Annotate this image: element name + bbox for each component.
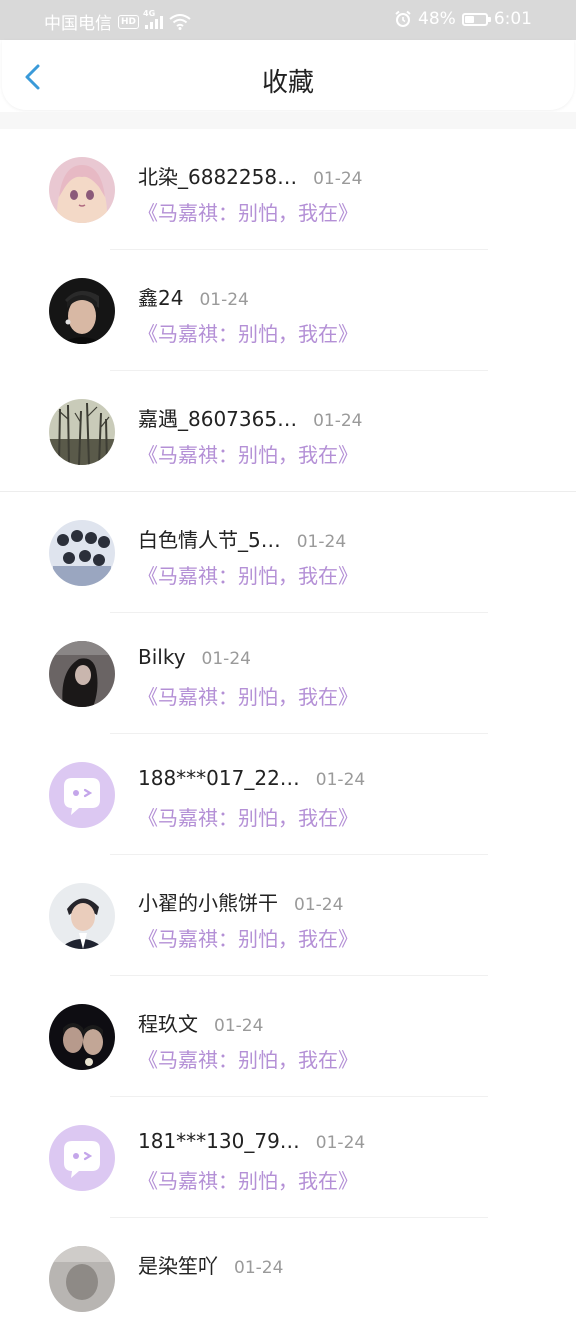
list-item[interactable]: 小翟的小熊饼干 01-24 《马嘉祺：别怕，我在》 — [0, 855, 576, 976]
story-title-link[interactable]: 《马嘉祺：别怕，我在》 — [138, 681, 358, 710]
avatar[interactable] — [49, 641, 115, 707]
nav-header: 收藏 — [2, 40, 574, 110]
signal-icon: 4G — [143, 9, 164, 29]
username: 鑫24 — [138, 286, 184, 310]
username: 188***017_22… — [138, 766, 300, 790]
username: 白色情人节_5… — [138, 528, 281, 552]
list-item[interactable]: 程玖文 01-24 《马嘉祺：别怕，我在》 — [0, 976, 576, 1097]
chat-bubble-icon — [49, 1125, 115, 1191]
person-photo-icon — [49, 641, 115, 707]
date: 01-24 — [234, 1258, 284, 1278]
status-bar: 中国电信 HD 4G 48% 6:01 — [0, 0, 576, 40]
status-left: 中国电信 HD 4G — [44, 9, 191, 34]
story-title-link[interactable]: 《马嘉祺：别怕，我在》 — [138, 1044, 358, 1073]
avatar[interactable] — [49, 762, 115, 828]
username: 小翟的小熊饼干 — [138, 891, 278, 915]
group-photo-icon — [49, 520, 115, 586]
username: 181***130_79… — [138, 1129, 300, 1153]
network-type: 4G — [143, 8, 156, 18]
list-item[interactable]: 白色情人节_5… 01-24 《马嘉祺：别怕，我在》 — [0, 492, 576, 613]
story-title-link[interactable]: 《马嘉祺：别怕，我在》 — [138, 802, 358, 831]
avatar[interactable] — [49, 278, 115, 344]
person-photo-icon — [49, 278, 115, 344]
avatar[interactable] — [49, 1246, 115, 1312]
date: 01-24 — [313, 169, 363, 189]
username: 嘉遇_8607365… — [138, 407, 298, 431]
favorites-list: 北染_6882258… 01-24 《马嘉祺：别怕，我在》 鑫24 01-24 … — [0, 129, 576, 1339]
page-title: 收藏 — [261, 68, 314, 98]
date: 01-24 — [313, 411, 363, 431]
wifi-icon — [169, 13, 191, 30]
battery-percent: 48% — [418, 9, 456, 29]
alarm-icon — [395, 10, 411, 27]
username: 是染笙吖 — [138, 1254, 218, 1278]
date: 01-24 — [214, 1016, 264, 1036]
avatar[interactable] — [49, 520, 115, 586]
chat-bubble-icon — [49, 762, 115, 828]
list-item[interactable]: 鑫24 01-24 《马嘉祺：别怕，我在》 — [0, 250, 576, 371]
avatar[interactable] — [49, 399, 115, 465]
story-title-link[interactable]: 《马嘉祺：别怕，我在》 — [138, 318, 358, 347]
username: 北染_6882258… — [138, 165, 298, 189]
date: 01-24 — [199, 290, 249, 310]
avatar[interactable] — [49, 1125, 115, 1191]
username: Bilky — [138, 645, 186, 669]
date: 01-24 — [294, 895, 344, 915]
story-title-link[interactable]: 《马嘉祺：别怕，我在》 — [138, 560, 358, 589]
hd-badge: HD — [118, 14, 140, 29]
date: 01-24 — [201, 649, 251, 669]
person-photo-icon — [49, 883, 115, 949]
battery-icon — [461, 12, 491, 26]
date: 01-24 — [315, 1133, 366, 1153]
status-right: 48% 6:01 — [394, 9, 532, 29]
person-photo-icon — [49, 1246, 115, 1312]
list-item[interactable]: 188***017_22… 01-24 《马嘉祺：别怕，我在》 — [0, 734, 576, 855]
header-separator — [0, 112, 576, 129]
trees-photo-icon — [49, 399, 115, 465]
story-title-link[interactable]: 《马嘉祺：别怕，我在》 — [138, 439, 358, 468]
list-item[interactable]: Bilky 01-24 《马嘉祺：别怕，我在》 — [0, 613, 576, 734]
clock: 6:01 — [493, 9, 532, 29]
avatar[interactable] — [49, 883, 115, 949]
anime-girl-avatar-icon — [49, 157, 115, 223]
avatar[interactable] — [49, 157, 115, 223]
username: 程玖文 — [138, 1012, 198, 1036]
list-item[interactable]: 嘉遇_8607365… 01-24 《马嘉祺：别怕，我在》 — [0, 371, 576, 492]
list-item[interactable]: 181***130_79… 01-24 《马嘉祺：别怕，我在》 — [0, 1097, 576, 1218]
story-title-link[interactable]: 《马嘉祺：别怕，我在》 — [138, 923, 358, 952]
person-photo-icon — [49, 1004, 115, 1070]
story-title-link[interactable]: 《马嘉祺：别怕，我在》 — [138, 1165, 358, 1194]
avatar[interactable] — [49, 1004, 115, 1070]
date: 01-24 — [296, 532, 347, 552]
date: 01-24 — [315, 770, 366, 790]
list-item[interactable]: 北染_6882258… 01-24 《马嘉祺：别怕，我在》 — [0, 129, 576, 250]
story-title-link[interactable]: 《马嘉祺：别怕，我在》 — [138, 197, 358, 226]
list-item[interactable]: 是染笙吖 01-24 — [0, 1218, 576, 1339]
carrier-label: 中国电信 — [44, 14, 112, 34]
